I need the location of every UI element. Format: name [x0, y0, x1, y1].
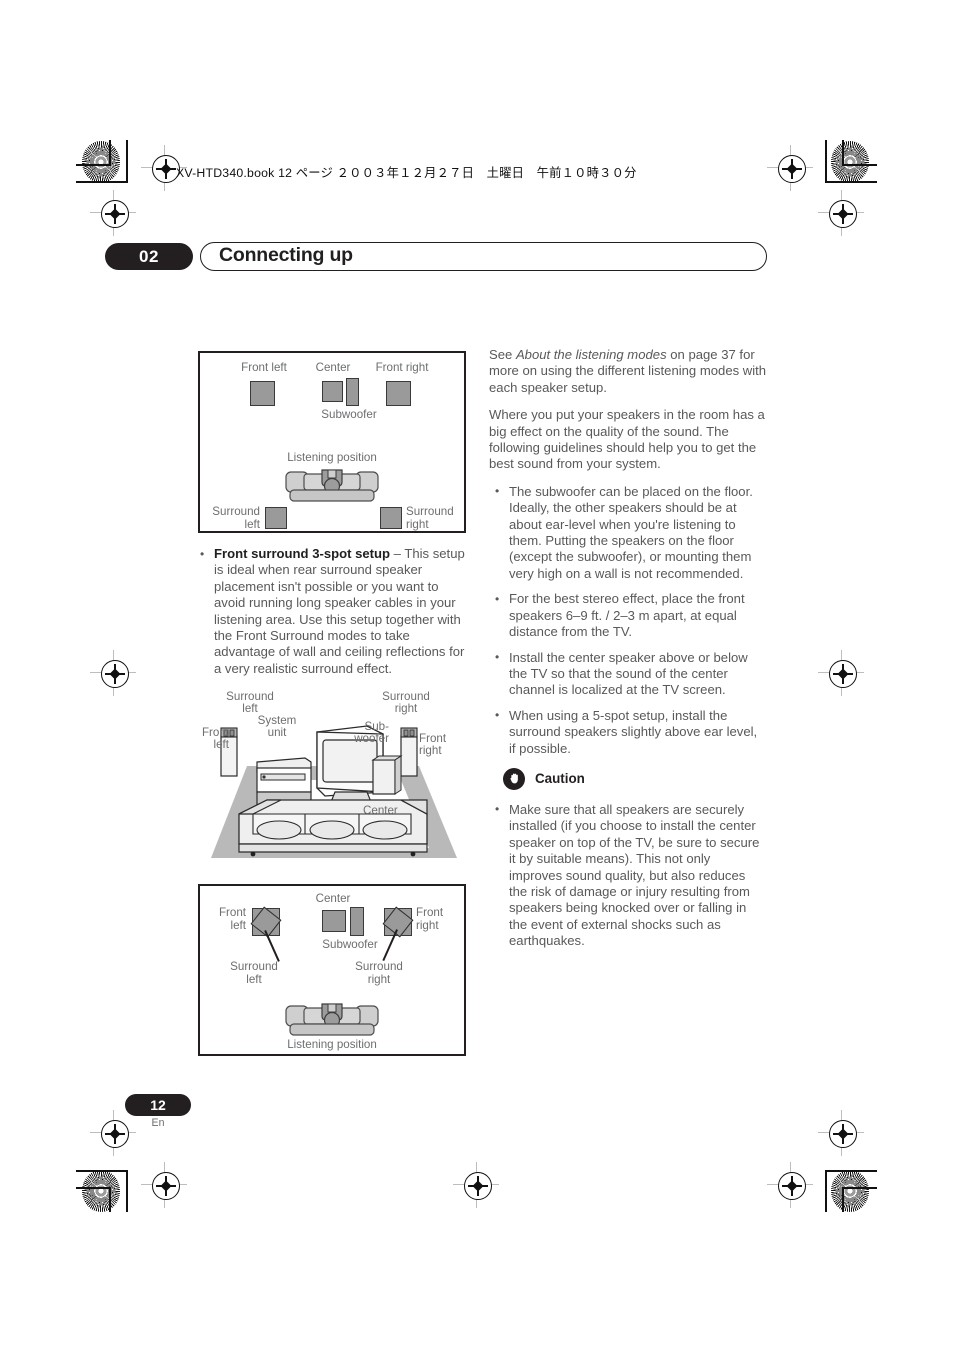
registration-rosette-top-left — [82, 141, 120, 183]
caution-list: Make sure that all speakers are securely… — [489, 801, 767, 950]
list-item: Front surround 3-spot setup – This setup… — [198, 545, 470, 677]
diagram-bottom-label-front-right-2: right — [416, 919, 439, 932]
diagram-bottom-label-surround-left-1: Surround — [230, 960, 278, 973]
speaker-subwoofer — [346, 378, 359, 406]
crop-mark-top-left-h — [76, 181, 128, 183]
speaker-surround-right — [380, 507, 402, 529]
registration-target-bottom-right — [778, 1172, 806, 1200]
registration-target-bottom-center — [464, 1172, 492, 1200]
speaker-layout-diagram-3spot: Center Subwoofer Front left Surround lef… — [198, 884, 466, 1056]
speaker-front-left — [250, 381, 275, 406]
diagram-top-label-surround-left-line2: left — [244, 518, 260, 531]
room-label-center: Center — [363, 804, 398, 817]
listening-position-sofa — [284, 468, 380, 504]
diagram-top-label-subwoofer: Subwoofer — [321, 408, 377, 421]
crop-mark-top-left-v — [126, 140, 128, 182]
hand-stop-glyph — [509, 773, 518, 784]
room-illustration-svg — [211, 725, 457, 858]
speaker-subwoofer-3spot — [350, 907, 364, 936]
registration-rosette-bottom-left — [82, 1170, 120, 1212]
chapter-number-badge: 02 — [105, 243, 193, 270]
paragraph-speaker-placement: Where you put your speakers in the room … — [489, 407, 765, 472]
left-column-text: Front surround 3-spot setup – This setup… — [198, 545, 470, 688]
page-language-label: En — [151, 1117, 165, 1129]
paragraph-listening-modes: See About the listening modes on page 37… — [489, 347, 767, 396]
crop-mark-bottom-left-v2 — [109, 1187, 111, 1212]
crop-mark-top-right-h — [825, 181, 877, 183]
registration-target-top-right — [778, 155, 806, 183]
room-label-surround-right-2: right — [394, 702, 418, 715]
diagram-top-label-front-left: Front left — [241, 361, 287, 374]
diagram-bottom-label-surround-right-1: Surround — [355, 960, 403, 973]
diagram-top-label-center: Center — [315, 361, 351, 374]
registration-target-bottom-left — [152, 1172, 180, 1200]
speaker-center — [322, 381, 343, 402]
crop-mark-top-left-v2 — [109, 140, 111, 165]
diagram-top-label-front-right: Front right — [375, 361, 429, 374]
list-item: Install the center speaker above or belo… — [489, 649, 767, 699]
speaker-surround-left — [265, 507, 287, 529]
registration-rosette-bottom-right — [831, 1170, 869, 1212]
room-label-system-unit-2: unit — [267, 726, 287, 739]
registration-target-right-upper — [829, 200, 857, 228]
registration-target-left-mid — [101, 660, 129, 688]
manual-page: XV-HTD340.book 12 ページ ２００３年１２月２７日 土曜日 午前… — [0, 0, 954, 1351]
listening-position-sofa-3spot — [284, 1002, 380, 1038]
list-item: For the best stereo effect, place the fr… — [489, 591, 767, 640]
para-emphasis: About the listening modes — [515, 347, 667, 362]
room-perspective-illustration: Surround left Surround right Front left … — [202, 690, 463, 864]
bullet-lead-label: Front surround 3-spot setup — [214, 546, 391, 561]
crop-mark-bottom-left-v — [126, 1170, 128, 1212]
diagram-top-label-surround-left-line1: Surround — [212, 505, 260, 518]
page-number-badge: 12 — [125, 1094, 191, 1116]
crop-mark-bottom-left-h2 — [76, 1187, 111, 1189]
diagram-top-label-surround-right-line1: Surround — [406, 505, 454, 518]
crop-mark-bottom-right-h2 — [842, 1187, 877, 1189]
book-imprint-line: XV-HTD340.book 12 ページ ２００３年１２月２７日 土曜日 午前… — [176, 166, 637, 180]
crop-mark-bottom-left-h — [76, 1170, 128, 1172]
placement-guidelines-list: The subwoofer can be placed on the floor… — [489, 483, 767, 757]
page-title: Connecting up — [219, 244, 353, 266]
crop-mark-bottom-right-v2 — [842, 1187, 844, 1212]
diagram-bottom-label-center: Center — [315, 892, 351, 905]
speaker-front-right — [386, 381, 411, 406]
crop-mark-top-right-v2 — [842, 140, 844, 165]
list-item: When using a 5-spot setup, install the s… — [489, 707, 767, 757]
speaker-center-3spot — [322, 910, 346, 932]
crop-mark-bottom-right-v — [825, 1170, 827, 1212]
speaker-layout-diagram-5spot: Front left Center Front right Subwoofer … — [198, 351, 466, 533]
bullet-body-text: – This setup is ideal when rear surround… — [214, 546, 465, 676]
sofa-svg-3spot — [285, 1003, 379, 1036]
right-column-text: See About the listening modes on page 37… — [489, 347, 767, 961]
room-label-front-right-2: right — [419, 744, 442, 757]
room-label-subwoofer-2: woofer — [354, 732, 389, 745]
crop-mark-top-right-h2 — [842, 164, 877, 166]
diagram-bottom-label-front-right-1: Front — [416, 906, 444, 919]
front-surround-bullet-list: Front surround 3-spot setup – This setup… — [198, 545, 470, 677]
registration-rosette-top-right — [831, 141, 869, 183]
diagram-bottom-label-surround-right-2: right — [367, 973, 391, 986]
room-label-front-left-2: left — [213, 738, 229, 751]
diagram-bottom-label-subwoofer: Subwoofer — [322, 938, 378, 951]
diagram-bottom-label-front-left-2: left — [230, 919, 246, 932]
para-pre: See — [489, 347, 516, 362]
crop-mark-top-right-v — [825, 140, 827, 182]
caution-label: Caution — [535, 770, 585, 786]
diagram-bottom-label-listening-position: Listening position — [287, 1038, 377, 1051]
crop-mark-bottom-right-h — [825, 1170, 877, 1172]
crop-mark-top-left-h2 — [76, 164, 111, 166]
list-item: The subwoofer can be placed on the floor… — [489, 483, 767, 582]
diagram-top-label-surround-right-line2: right — [406, 518, 429, 531]
registration-target-right-mid — [829, 660, 857, 688]
registration-target-right-lower — [829, 1120, 857, 1148]
sofa-svg — [285, 469, 379, 502]
caution-header: Caution — [503, 767, 767, 792]
diagram-bottom-label-front-left-1: Front — [218, 906, 246, 919]
hand-stop-icon — [503, 767, 525, 790]
registration-target-left-upper — [101, 200, 129, 228]
list-item: Make sure that all speakers are securely… — [489, 801, 767, 950]
diagram-bottom-label-surround-left-2: left — [246, 973, 262, 986]
diagram-top-label-listening-position: Listening position — [287, 451, 377, 464]
